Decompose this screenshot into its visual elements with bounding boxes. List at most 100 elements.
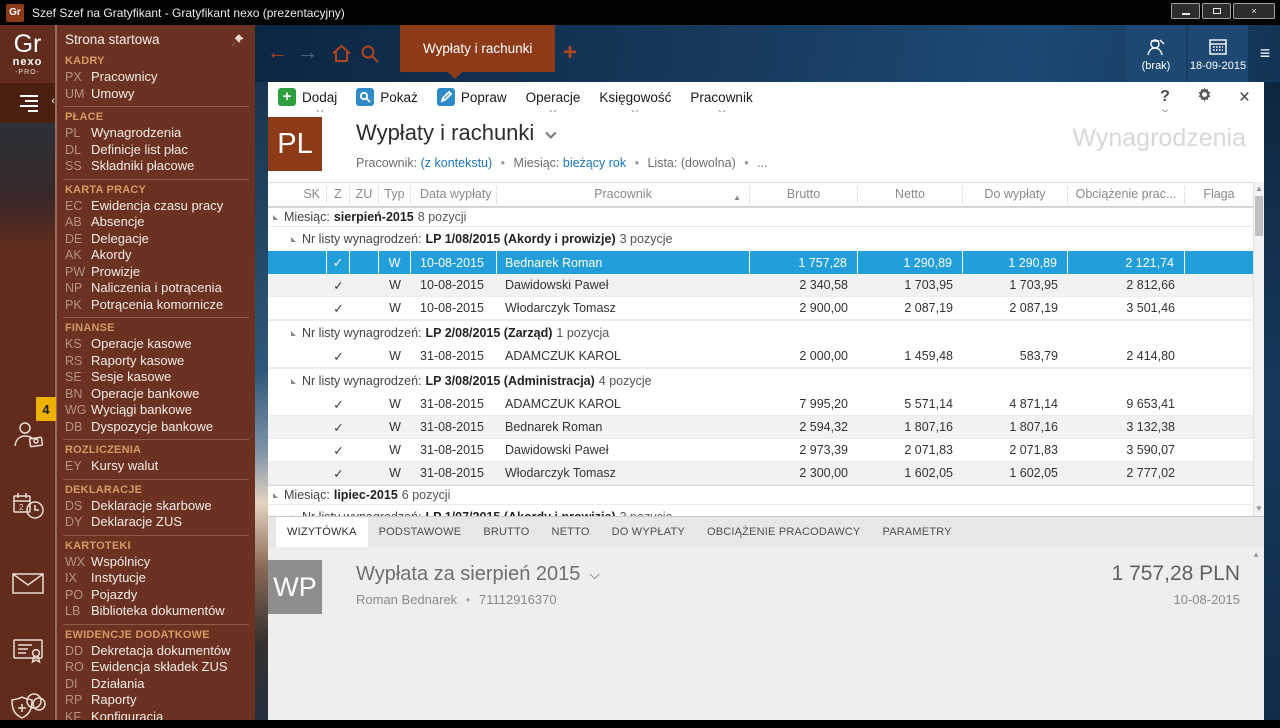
date-button[interactable]: 18-09-2015 xyxy=(1188,25,1248,82)
collapse-triangle-icon[interactable] xyxy=(273,492,278,498)
modules-menu-button[interactable]: ‹ xyxy=(0,83,55,123)
search-icon[interactable] xyxy=(359,43,380,64)
envelope-icon[interactable] xyxy=(10,565,46,601)
sidebar-item-ds[interactable]: DS Deklaracje skarbowe xyxy=(63,498,249,515)
sidebar-item-dd[interactable]: DD Dekretacja dokumentów xyxy=(63,643,249,660)
column-header-typ[interactable]: Typ xyxy=(379,186,411,203)
group-row-month[interactable]: Miesiąc: sierpień-2015 8 pozycji xyxy=(268,207,1264,226)
sidebar-item-ix[interactable]: IX Instytucje xyxy=(63,570,249,587)
sidebar-item-rp[interactable]: RP Raporty xyxy=(63,692,249,709)
detail-tab-do-wyp-aty[interactable]: DO WYPŁATY xyxy=(601,517,696,547)
sidebar-item-lb[interactable]: LB Biblioteka dokumentów xyxy=(63,603,249,620)
user-button[interactable]: (brak) xyxy=(1126,25,1186,82)
minimize-button[interactable] xyxy=(1171,3,1200,19)
group-row-list[interactable]: Nr listy wynagrodzeń: LP 1/07/2015 (Akord… xyxy=(268,504,1264,516)
detail-tab-wizyt-wka[interactable]: WIZYTÓWKA xyxy=(276,517,368,547)
sidebar-item-pw[interactable]: PW Prowizje xyxy=(63,264,249,281)
home-icon[interactable] xyxy=(331,43,352,64)
table-row[interactable]: ✓ W 10-08-2015 Włodarczyk Tomasz 2 900,00 2 0… xyxy=(268,297,1264,320)
vertical-scrollbar[interactable]: ▲ ▼ xyxy=(1253,182,1264,516)
show-button[interactable]: Pokaż xyxy=(356,88,418,106)
table-row[interactable]: ✓ W 31-08-2015 Dawidowski Paweł 2 973,39 2 07… xyxy=(268,439,1264,462)
sidebar-item-db[interactable]: DB Dyspozycje bankowe xyxy=(63,419,249,436)
sidebar-item-dl[interactable]: DL Definicje list płac xyxy=(63,142,249,159)
sidebar-item-ks[interactable]: KS Operacje kasowe xyxy=(63,336,249,353)
sidebar-item-ec[interactable]: EC Ewidencja czasu pracy xyxy=(63,198,249,215)
sidebar-item-bn[interactable]: BN Operacje bankowe xyxy=(63,386,249,403)
group-row-list[interactable]: Nr listy wynagrodzeń: LP 1/08/2015 (Akord… xyxy=(268,226,1264,251)
page-title[interactable]: Wypłaty i rachunki xyxy=(356,120,557,146)
collapse-triangle-icon[interactable] xyxy=(273,214,278,220)
filter-value-pracownik[interactable]: (z kontekstu) xyxy=(421,156,493,170)
forward-button[interactable]: → xyxy=(297,41,318,65)
sidebar-item-se[interactable]: SE Sesje kasowe xyxy=(63,369,249,386)
employee-menu[interactable]: Pracownik xyxy=(690,90,753,114)
column-header-pracownik[interactable]: Pracownik ▲ xyxy=(497,186,750,203)
sidebar-item-pl[interactable]: PL Wynagrodzenia xyxy=(63,125,249,142)
sidebar-item-ro[interactable]: RO Ewidencja składek ZUS xyxy=(63,659,249,676)
detail-title[interactable]: Wypłata za sierpień 2015 xyxy=(356,563,600,586)
help-button[interactable]: ? xyxy=(1160,88,1170,113)
certificate-icon[interactable] xyxy=(10,632,46,668)
sidebar-item-wx[interactable]: WX Wspólnicy xyxy=(63,554,249,571)
column-header-sk[interactable]: SK xyxy=(268,186,327,203)
table-row[interactable]: ✓ W 31-08-2015 ADAMCZUK KAROL 7 995,20 5 571,… xyxy=(268,393,1264,416)
sidebar-item-ss[interactable]: SS Składniki płacowe xyxy=(63,158,249,175)
sidebar-item-pk[interactable]: PK Potrącenia komornicze xyxy=(63,297,249,314)
group-row-list[interactable]: Nr listy wynagrodzeń: LP 2/08/2015 (Zarzą… xyxy=(268,320,1264,345)
collapse-triangle-icon[interactable] xyxy=(291,378,296,384)
employee-payroll-icon[interactable] xyxy=(10,417,46,453)
filter-value-miesiac[interactable]: bieżący rok xyxy=(563,156,626,170)
insurance-shield-icon[interactable] xyxy=(10,687,46,723)
sidebar-item-um[interactable]: UM Umowy xyxy=(63,86,249,103)
sidebar-item-dy[interactable]: DY Deklaracje ZUS xyxy=(63,514,249,531)
group-row-list[interactable]: Nr listy wynagrodzeń: LP 3/08/2015 (Admin… xyxy=(268,368,1264,393)
collapse-triangle-icon[interactable] xyxy=(291,330,296,336)
column-header-data-wyplaty[interactable]: Data wypłaty xyxy=(411,186,497,203)
column-header-do-wyplaty[interactable]: Do wypłaty xyxy=(963,186,1068,203)
collapse-triangle-icon[interactable] xyxy=(291,514,296,516)
sidebar-item-kf[interactable]: KF Konfiguracja xyxy=(63,709,249,721)
new-tab-button[interactable]: + xyxy=(563,39,577,67)
tab-wyplaty-i-rachunki[interactable]: Wypłaty i rachunki xyxy=(400,25,556,79)
pin-icon[interactable] xyxy=(231,33,245,47)
sidebar-item-np[interactable]: NP Naliczenia i potrącenia xyxy=(63,280,249,297)
panel-scroll-up-icon[interactable]: ▲ xyxy=(1252,550,1260,559)
detail-tab-netto[interactable]: NETTO xyxy=(541,517,601,547)
table-row[interactable]: ✓ W 10-08-2015 Dawidowski Paweł 2 340,58 1 70… xyxy=(268,274,1264,297)
sidebar-item-home[interactable]: Strona startowa xyxy=(57,30,255,51)
close-module-button[interactable]: × xyxy=(1239,88,1250,107)
table-row[interactable]: ✓ W 31-08-2015 Bednarek Roman 2 594,32 1 807,… xyxy=(268,416,1264,439)
add-button[interactable]: + Dodaj xyxy=(278,88,337,114)
detail-tab-podstawowe[interactable]: PODSTAWOWE xyxy=(368,517,473,547)
column-header-zu[interactable]: ZU xyxy=(350,186,379,203)
sidebar-item-ab[interactable]: AB Absencje xyxy=(63,214,249,231)
sidebar-item-px[interactable]: PX Pracownicy xyxy=(63,69,249,86)
column-header-brutto[interactable]: Brutto xyxy=(750,186,858,203)
sidebar-item-wg[interactable]: WG Wyciągi bankowe xyxy=(63,402,249,419)
collapse-chevron-icon[interactable]: ‹ xyxy=(51,95,55,107)
back-button[interactable]: ← xyxy=(267,41,288,65)
sidebar-item-rs[interactable]: RS Raporty kasowe xyxy=(63,353,249,370)
edit-button[interactable]: Popraw xyxy=(436,88,507,106)
sidebar-item-po[interactable]: PO Pojazdy xyxy=(63,587,249,604)
column-header-z[interactable]: Z xyxy=(327,186,350,203)
group-row-month[interactable]: Miesiąc: lipiec-2015 6 pozycji xyxy=(268,485,1264,504)
detail-tab-parametry[interactable]: PARAMETRY xyxy=(871,517,962,547)
scroll-up-icon[interactable]: ▲ xyxy=(1254,184,1264,194)
scroll-down-icon[interactable]: ▼ xyxy=(1254,504,1264,514)
settings-button[interactable] xyxy=(1196,86,1213,108)
column-header-flaga[interactable]: Flaga xyxy=(1185,186,1253,203)
calendar-clock-icon[interactable]: 2 xyxy=(10,489,46,525)
sidebar-item-ak[interactable]: AK Akordy xyxy=(63,247,249,264)
collapse-triangle-icon[interactable] xyxy=(291,236,296,242)
scrollbar-thumb[interactable] xyxy=(1255,196,1263,236)
app-menu-button[interactable]: ≡ xyxy=(1250,25,1280,82)
filter-more[interactable]: ... xyxy=(757,156,767,170)
accounting-menu[interactable]: Księgowość xyxy=(599,90,671,114)
sidebar-item-di[interactable]: DI Działania xyxy=(63,676,249,693)
table-row[interactable]: ✓ W 10-08-2015 Bednarek Roman 1 757,28 1 290,… xyxy=(268,251,1264,274)
maximize-button[interactable] xyxy=(1202,3,1231,19)
sidebar-item-de[interactable]: DE Delegacje xyxy=(63,231,249,248)
detail-tab-obci-enie-pracodawcy[interactable]: OBCIĄŻENIE PRACODAWCY xyxy=(696,517,872,547)
